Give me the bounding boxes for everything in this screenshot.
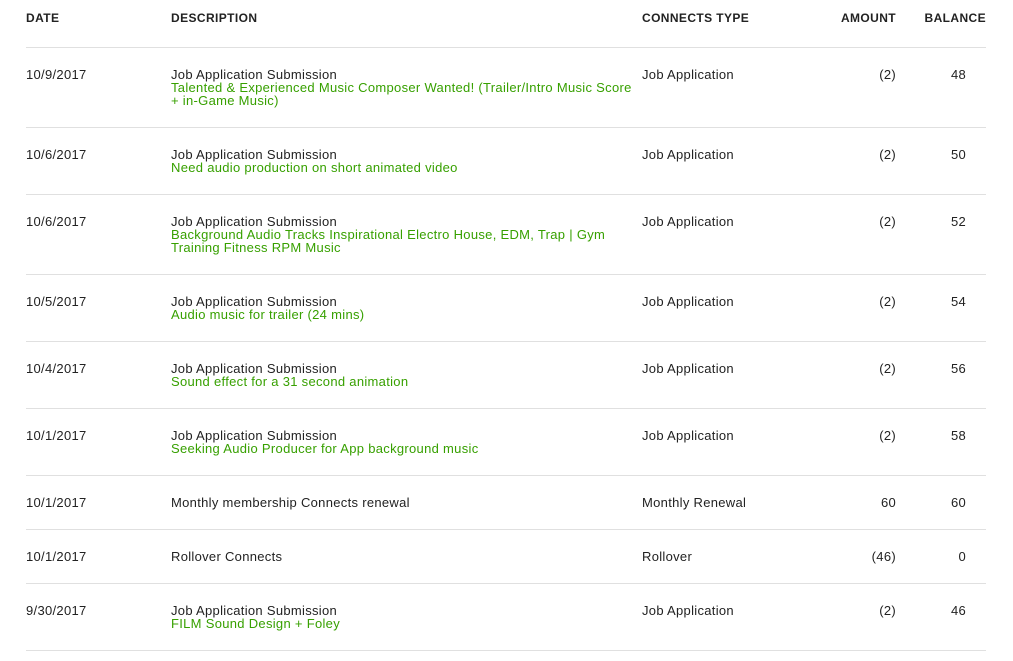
table-row: 10/6/2017 Job Application Submission Need … — [26, 127, 986, 195]
row-balance: 0 — [896, 529, 986, 584]
row-description: Job Application Submission Background Aud… — [171, 194, 642, 275]
description-text: Job Application Submission — [171, 602, 338, 618]
row-amount: (46) — [812, 529, 896, 584]
connects-history-table: DATE DESCRIPTION CONNECTS TYPE AMOUNT BA… — [26, 0, 986, 651]
row-connects-type: Monthly Renewal — [642, 475, 812, 530]
description-text: Job Application Submission — [171, 213, 338, 229]
job-link[interactable]: Audio music for trailer (24 mins) — [171, 308, 632, 321]
row-balance: 58 — [896, 408, 986, 476]
description-text: Job Application Submission — [171, 293, 338, 309]
table-row: 10/6/2017 Job Application Submission Backg… — [26, 194, 986, 275]
row-description: Job Application Submission Seeking Audio … — [171, 408, 642, 476]
row-amount: (2) — [812, 274, 896, 342]
row-balance: 52 — [896, 194, 986, 275]
table-row: 9/30/2017 Job Application Submission FILM … — [26, 583, 986, 651]
row-amount: (2) — [812, 47, 896, 128]
row-amount: (2) — [812, 127, 896, 195]
job-link[interactable]: Background Audio Tracks Inspirational El… — [171, 228, 632, 254]
header-date: DATE — [26, 0, 171, 48]
table-header-row: DATE DESCRIPTION CONNECTS TYPE AMOUNT BA… — [26, 0, 986, 48]
job-link[interactable]: Talented & Experienced Music Composer Wa… — [171, 81, 632, 107]
table-row: 10/4/2017 Job Application Submission Sound… — [26, 341, 986, 409]
header-description: DESCRIPTION — [171, 0, 642, 48]
row-amount: (2) — [812, 341, 896, 409]
row-amount: (2) — [812, 583, 896, 651]
row-connects-type: Job Application — [642, 408, 812, 476]
row-date: 10/1/2017 — [26, 475, 171, 530]
row-connects-type: Rollover — [642, 529, 812, 584]
job-link[interactable]: Seeking Audio Producer for App backgroun… — [171, 442, 632, 455]
row-date: 9/30/2017 — [26, 583, 171, 651]
header-balance: BALANCE — [896, 0, 986, 48]
row-connects-type: Job Application — [642, 274, 812, 342]
row-connects-type: Job Application — [642, 127, 812, 195]
description-text: Job Application Submission — [171, 427, 338, 443]
row-date: 10/6/2017 — [26, 127, 171, 195]
row-date: 10/4/2017 — [26, 341, 171, 409]
row-balance: 50 — [896, 127, 986, 195]
row-amount: (2) — [812, 194, 896, 275]
job-link[interactable]: Sound effect for a 31 second animation — [171, 375, 632, 388]
row-description: Job Application Submission Need audio pro… — [171, 127, 642, 195]
row-description: Job Application Submission FILM Sound Des… — [171, 583, 642, 651]
row-balance: 54 — [896, 274, 986, 342]
row-balance: 46 — [896, 583, 986, 651]
row-connects-type: Job Application — [642, 194, 812, 275]
row-date: 10/5/2017 — [26, 274, 171, 342]
row-description: Monthly membership Connects renewal — [171, 475, 642, 530]
row-connects-type: Job Application — [642, 341, 812, 409]
row-balance: 56 — [896, 341, 986, 409]
description-text: Rollover Connects — [171, 548, 283, 564]
row-amount: 60 — [812, 475, 896, 530]
row-amount: (2) — [812, 408, 896, 476]
row-date: 10/1/2017 — [26, 529, 171, 584]
row-description: Rollover Connects — [171, 529, 642, 584]
header-connects-type: CONNECTS TYPE — [642, 0, 812, 48]
table-row: 10/9/2017 Job Application Submission Talen… — [26, 47, 986, 128]
row-description: Job Application Submission Audio music fo… — [171, 274, 642, 342]
row-description: Job Application Submission Sound effect f… — [171, 341, 642, 409]
row-balance: 48 — [896, 47, 986, 128]
description-text: Job Application Submission — [171, 66, 338, 82]
header-amount: AMOUNT — [812, 0, 896, 48]
job-link[interactable]: FILM Sound Design + Foley — [171, 617, 632, 630]
table-row: 10/1/2017 Monthly membership Connects ren… — [26, 475, 986, 530]
row-date: 10/6/2017 — [26, 194, 171, 275]
table-row: 10/1/2017 Rollover Connects Rollover (46) 0 — [26, 529, 986, 584]
table-row: 10/1/2017 Job Application Submission Seeki… — [26, 408, 986, 476]
row-description: Job Application Submission Talented & Exp… — [171, 47, 642, 128]
row-connects-type: Job Application — [642, 583, 812, 651]
row-connects-type: Job Application — [642, 47, 812, 128]
description-text: Job Application Submission — [171, 146, 338, 162]
table-row: 10/5/2017 Job Application Submission Audio… — [26, 274, 986, 342]
job-link[interactable]: Need audio production on short animated … — [171, 161, 632, 174]
row-date: 10/9/2017 — [26, 47, 171, 128]
row-date: 10/1/2017 — [26, 408, 171, 476]
description-text: Monthly membership Connects renewal — [171, 494, 410, 510]
row-balance: 60 — [896, 475, 986, 530]
description-text: Job Application Submission — [171, 360, 338, 376]
